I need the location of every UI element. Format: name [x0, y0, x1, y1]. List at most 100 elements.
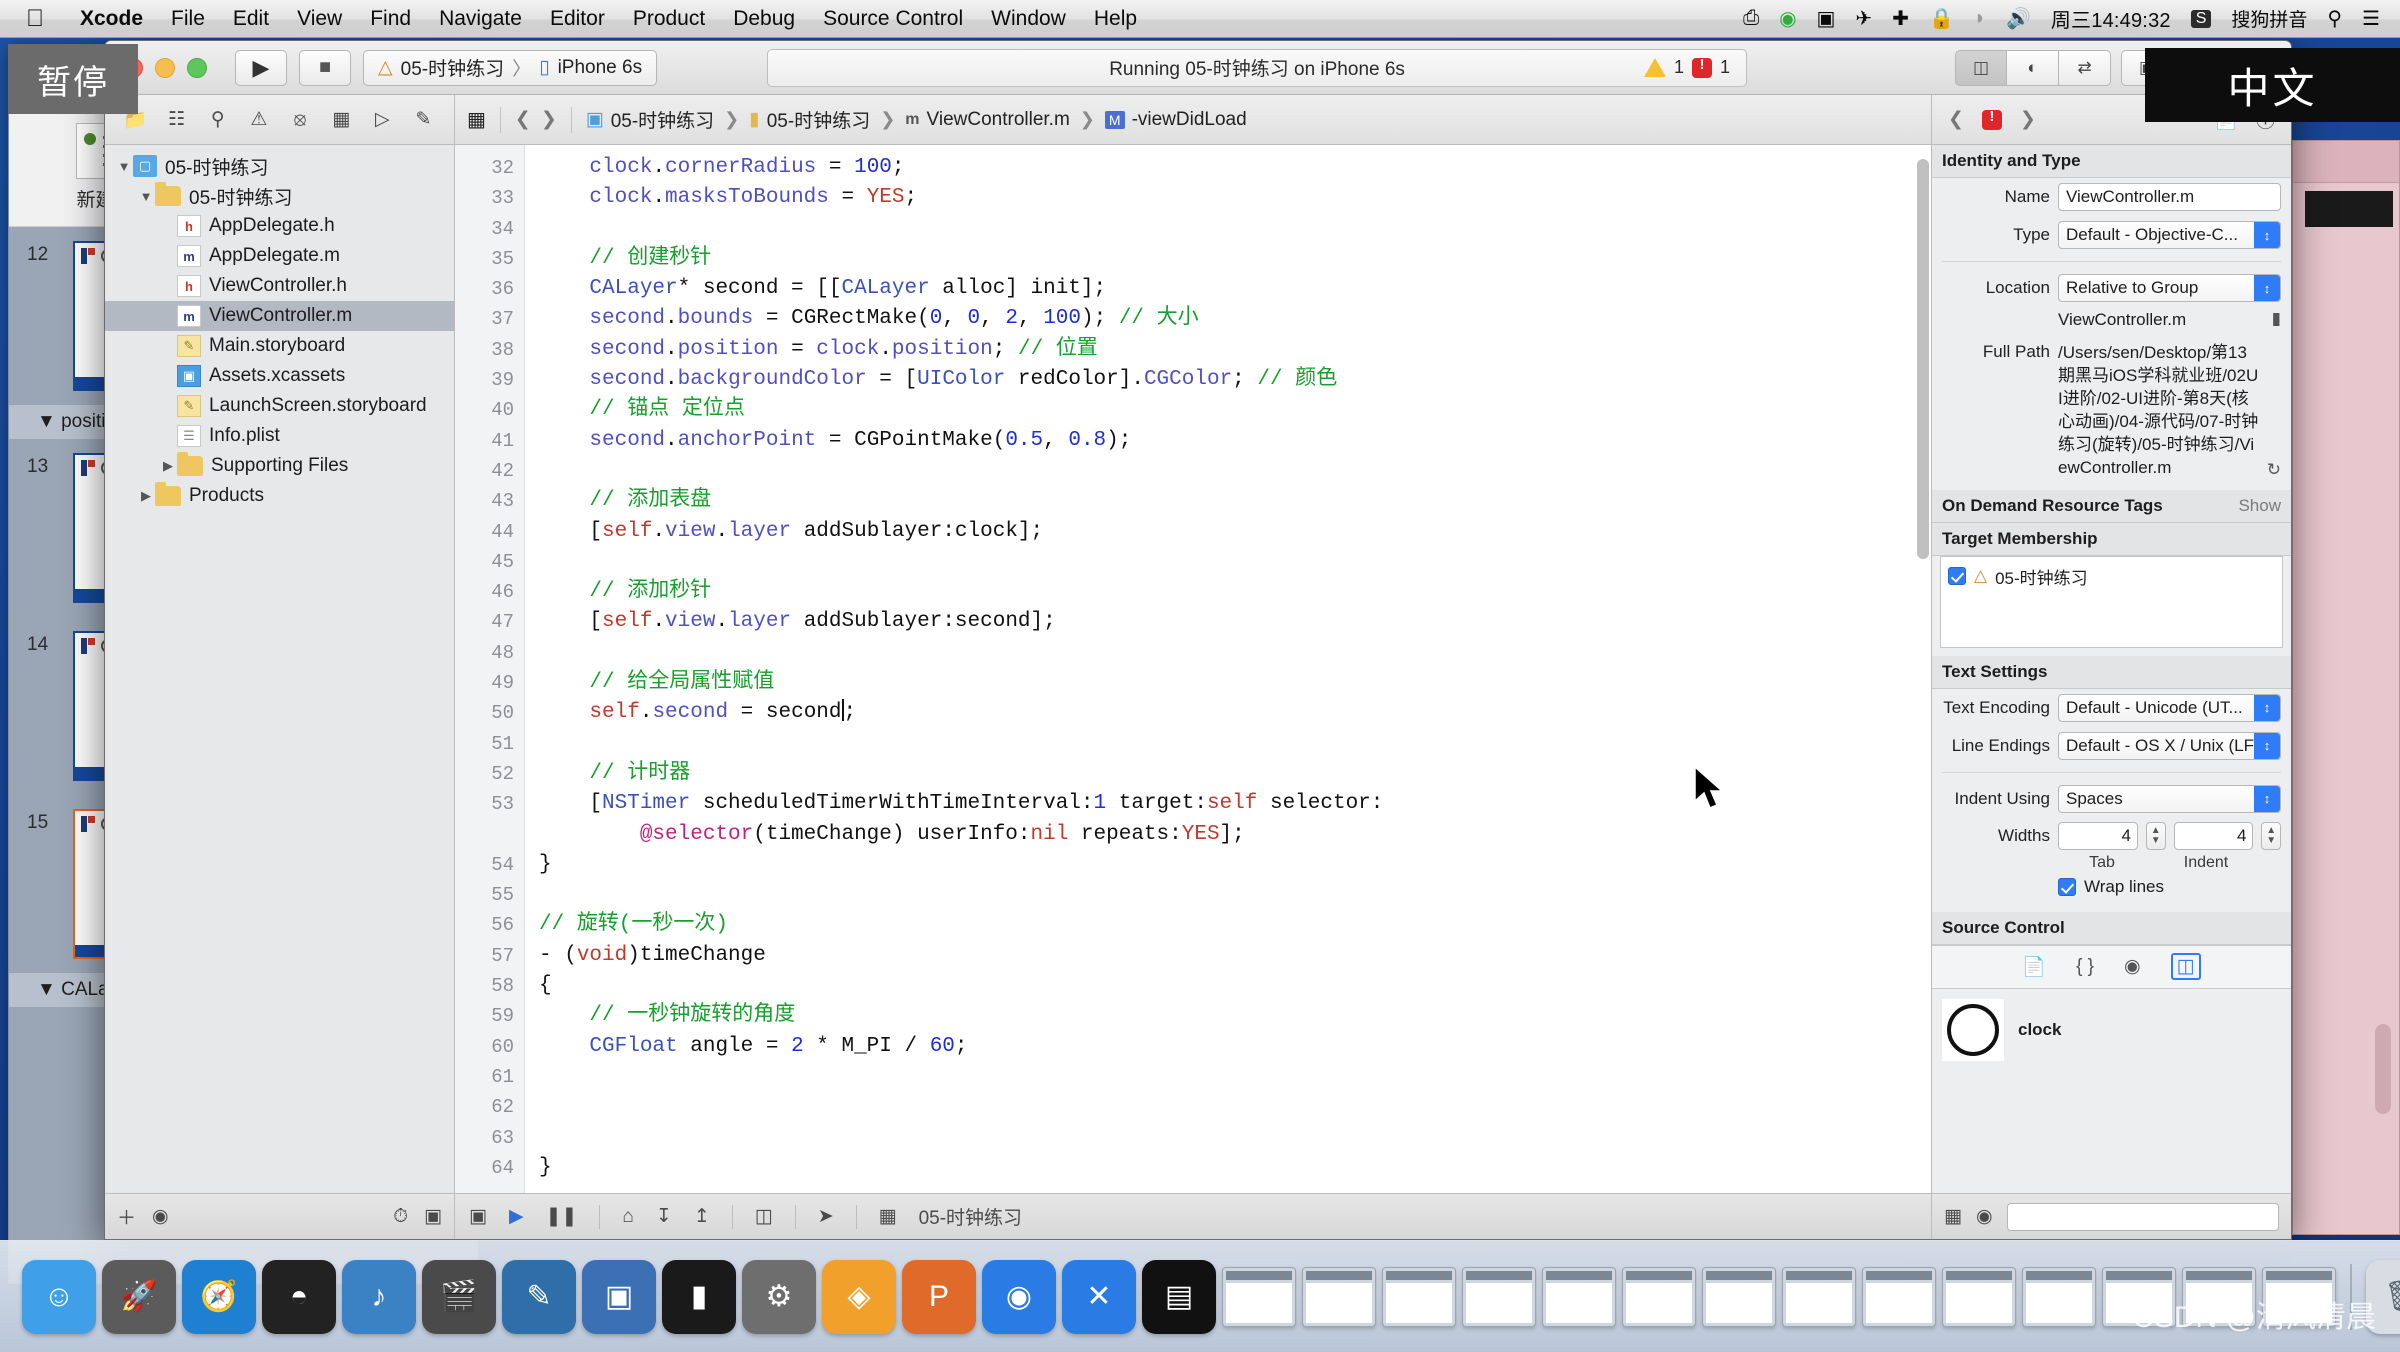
- text-encoding-row[interactable]: Text Encoding Default - Unicode (UT... ↕: [1932, 689, 2291, 727]
- line-number[interactable]: 55: [455, 880, 514, 910]
- code-line[interactable]: self.second = second;: [539, 698, 1931, 728]
- menu-item-help[interactable]: Help: [1080, 7, 1151, 31]
- breadcrumb-item-group[interactable]: ▮ 05-时钟练习: [749, 106, 870, 133]
- notification-center-icon[interactable]: ☰: [2362, 6, 2380, 31]
- code-text[interactable]: clock.cornerRadius = 100; clock.masksToB…: [525, 145, 1931, 1193]
- navigator-item-supporting-files[interactable]: ▶ Supporting Files: [105, 451, 454, 481]
- line-number[interactable]: 54: [455, 850, 514, 880]
- type-select[interactable]: Default - Objective-C... ↕: [2058, 221, 2281, 249]
- dock-window-thumbnail[interactable]: [1622, 1266, 1696, 1327]
- menu-item-editor[interactable]: Editor: [536, 7, 619, 31]
- breakpoint-icon[interactable]: ▷: [362, 103, 403, 137]
- scheme-selector[interactable]: △ 05-时钟练习 〉 ▯ iPhone 6s: [363, 49, 658, 86]
- run-button[interactable]: ▶: [235, 49, 287, 86]
- menu-item-product[interactable]: Product: [619, 7, 719, 31]
- breadcrumb-item-project[interactable]: ▣ 05-时钟练习: [586, 106, 714, 133]
- line-number[interactable]: 50: [455, 698, 514, 728]
- navigator-item-main-storyboard[interactable]: ✎ Main.storyboard: [105, 331, 454, 361]
- library-panel[interactable]: 📄 { } ◉ ◫ clock: [1932, 944, 2291, 1193]
- disclosure-triangle-icon[interactable]: ▼: [137, 189, 155, 204]
- dock-window-thumbnail[interactable]: [1782, 1266, 1856, 1327]
- navigator-item-viewcontroller-h[interactable]: h ViewController.h: [105, 271, 454, 301]
- step-out-icon[interactable]: ↥: [694, 1205, 710, 1228]
- airplay-icon[interactable]: ✈: [1855, 6, 1872, 31]
- line-number[interactable]: 57: [455, 941, 514, 971]
- menu-item-find[interactable]: Find: [356, 7, 425, 31]
- test-icon[interactable]: ⦻: [280, 103, 321, 137]
- background-window-right-scrollbar[interactable]: [2375, 1024, 2391, 1114]
- code-line[interactable]: second.bounds = CGRectMake(0, 0, 2, 100)…: [539, 304, 1931, 334]
- code-line[interactable]: CALayer* second = [[CALayer alloc] init]…: [539, 274, 1931, 304]
- recent-icon[interactable]: ⏱: [393, 1206, 408, 1228]
- file-inspector-panel[interactable]: Identity and Type Name ViewController.m …: [1931, 145, 2291, 1239]
- line-number[interactable]: 36: [455, 274, 514, 304]
- keynote-icon[interactable]: ▣: [582, 1259, 656, 1334]
- xcode-toolbar[interactable]: ▶ ■ △ 05-时钟练习 〉 ▯ iPhone 6s Running 05-时…: [105, 41, 2291, 95]
- sketchbook-icon[interactable]: ✎: [502, 1259, 576, 1334]
- line-number[interactable]: 38: [455, 335, 514, 365]
- warning-icon[interactable]: ⚠: [238, 103, 279, 137]
- project-navigator-tree[interactable]: ▼ ▢ 05-时钟练习 ▼ 05-时钟练习 h AppDelegate.h m AppDeleg…: [105, 145, 454, 1193]
- xcode-window[interactable]: ▶ ■ △ 05-时钟练习 〉 ▯ iPhone 6s Running 05-时…: [104, 40, 2292, 1240]
- line-endings-select[interactable]: Default - OS X / Unix (LF) ↕: [2058, 731, 2281, 760]
- zoom-button[interactable]: [187, 57, 207, 78]
- scm-icon[interactable]: ☷: [156, 103, 197, 137]
- xcode-icon[interactable]: ✕: [1062, 1259, 1136, 1334]
- line-number[interactable]: 32: [455, 153, 514, 183]
- code-line[interactable]: [self.view.layer addSublayer:clock];: [539, 517, 1931, 547]
- dock-window-thumbnail[interactable]: [1302, 1266, 1376, 1327]
- line-number[interactable]: 63: [455, 1123, 514, 1153]
- terminal-icon[interactable]: ▮: [662, 1259, 736, 1334]
- line-number[interactable]: 51: [455, 729, 514, 759]
- navigator-selector-bar[interactable]: 📁 ☷ ⚲ ⚠ ⦻ ▦ ▷ ✎: [105, 95, 455, 144]
- indent-width-stepper[interactable]: ▲ ▼: [2261, 821, 2281, 850]
- line-number[interactable]: 37: [455, 304, 514, 334]
- search-icon[interactable]: ⚲: [2327, 6, 2342, 31]
- thread-icon[interactable]: ▦: [879, 1205, 897, 1228]
- report-icon[interactable]: ✎: [403, 103, 444, 137]
- editor-mode-segment[interactable]: ◫ ◐ ⇄: [1955, 49, 2111, 86]
- line-number[interactable]: 60: [455, 1032, 514, 1062]
- pause-icon[interactable]: ❚❚: [546, 1205, 578, 1228]
- line-number[interactable]: 33: [455, 183, 514, 213]
- sogou-icon[interactable]: S: [2190, 9, 2212, 28]
- navigator-item-assets-xcassets[interactable]: ▣ Assets.xcassets: [105, 361, 454, 391]
- disclosure-triangle-icon[interactable]: ▶: [159, 458, 177, 474]
- menu-item-source-control[interactable]: Source Control: [809, 7, 977, 31]
- project-navigator[interactable]: ▼ ▢ 05-时钟练习 ▼ 05-时钟练习 h AppDelegate.h m AppDeleg…: [105, 145, 455, 1239]
- line-number[interactable]: 42: [455, 456, 514, 486]
- code-line[interactable]: // 添加秒针: [539, 577, 1931, 607]
- volume-icon[interactable]: 🔊: [2006, 6, 2031, 31]
- library-bottom-bar[interactable]: ▦ ◉: [1932, 1193, 2291, 1239]
- line-number[interactable]: 59: [455, 1001, 514, 1031]
- issue-badges[interactable]: 1 1: [1644, 56, 1730, 78]
- jump-bar[interactable]: ▦ ❮ ❯ ▣ 05-时钟练习 ❯ ▮ 05-时钟练习 ❯ m ViewCont…: [455, 95, 1931, 144]
- tab-width-field[interactable]: 4: [2058, 821, 2138, 850]
- process-label[interactable]: 05-时钟练习: [919, 1203, 1022, 1230]
- indent-using-select[interactable]: Spaces ↕: [2058, 784, 2281, 813]
- line-number[interactable]: 48: [455, 638, 514, 668]
- tab-width-stepper[interactable]: ▲ ▼: [2145, 821, 2166, 850]
- editor-scrollbar[interactable]: [1917, 159, 1929, 559]
- code-line[interactable]: second.anchorPoint = CGPointMake(0.5, 0.…: [539, 426, 1931, 456]
- line-number[interactable]: 49: [455, 668, 514, 698]
- object-library-icon[interactable]: ◉: [2124, 955, 2141, 978]
- navigator-item-products[interactable]: ▶ Products: [105, 481, 454, 511]
- line-number[interactable]: 62: [455, 1092, 514, 1122]
- navigator-item-viewcontroller-m[interactable]: m ViewController.m: [105, 301, 454, 331]
- media-list-item[interactable]: clock: [1932, 989, 2291, 1071]
- code-line[interactable]: [539, 1123, 1931, 1153]
- code-line[interactable]: clock.masksToBounds = YES;: [539, 183, 1931, 213]
- screen-share-icon[interactable]: ⎙: [1743, 7, 1759, 30]
- line-number[interactable]: 47: [455, 607, 514, 637]
- code-line[interactable]: [539, 214, 1931, 244]
- code-line[interactable]: clock.cornerRadius = 100;: [539, 153, 1931, 183]
- code-line[interactable]: }: [539, 850, 1931, 880]
- line-number[interactable]: 40: [455, 395, 514, 425]
- text-encoding-select[interactable]: Default - Unicode (UT... ↕: [2058, 693, 2281, 722]
- step-over-icon[interactable]: ⌂: [622, 1206, 633, 1228]
- itunes-icon[interactable]: ♪: [342, 1259, 416, 1334]
- media-library-icon[interactable]: ◫: [2170, 953, 2201, 981]
- forward-chevron-icon[interactable]: ❯: [541, 108, 557, 131]
- grid-view-icon[interactable]: ▦: [1944, 1205, 1962, 1228]
